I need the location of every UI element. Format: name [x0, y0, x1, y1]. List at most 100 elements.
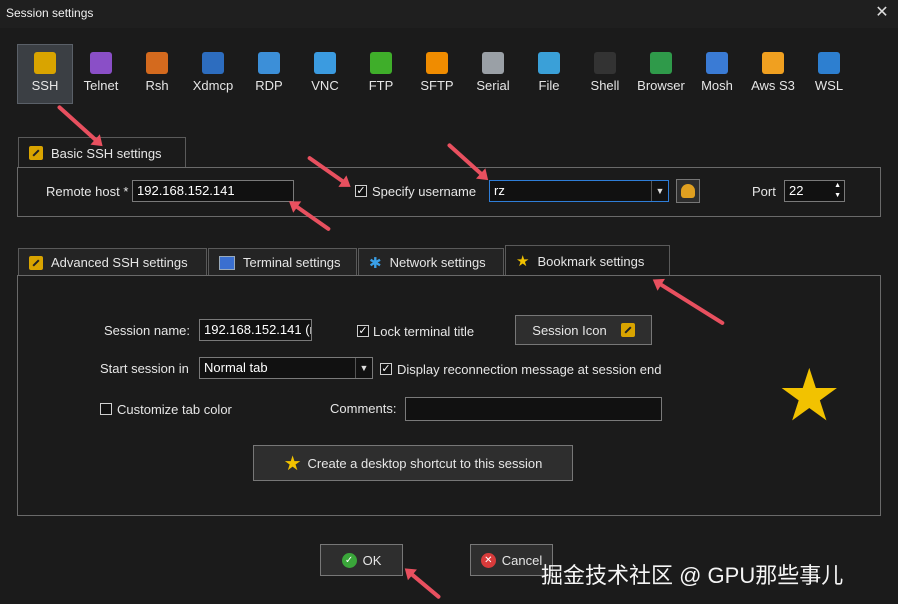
ftp-icon	[370, 52, 392, 74]
shell-icon	[594, 52, 616, 74]
protocol-label: WSL	[814, 78, 844, 93]
protocol-browser-button[interactable]: Browser	[633, 44, 689, 104]
specify-username-label: Specify username	[372, 184, 477, 199]
protocol-label: SFTP	[420, 78, 454, 93]
comments-label: Comments:	[330, 401, 397, 416]
tab-terminal-settings[interactable]: Terminal settings	[208, 248, 357, 276]
title-bar	[0, 0, 898, 28]
comments-input[interactable]	[405, 397, 662, 421]
tab-advanced-ssh-settings[interactable]: Advanced SSH settings	[18, 248, 207, 276]
protocol-file-button[interactable]: File	[521, 44, 577, 104]
window-title: Session settings	[6, 6, 94, 20]
username-select[interactable]: rz ▼	[489, 180, 669, 202]
tab-label: Basic SSH settings	[51, 145, 162, 161]
ok-label: OK	[362, 552, 382, 568]
username-value: rz	[494, 183, 505, 198]
protocol-label: VNC	[311, 78, 339, 93]
protocol-label: RDP	[255, 78, 283, 93]
session-icon-button-label: Session Icon	[532, 322, 607, 338]
reconnection-message-checkbox[interactable]: ✓	[380, 363, 392, 375]
protocol-ssh-button[interactable]: SSH	[17, 44, 73, 104]
rdp-icon	[258, 52, 280, 74]
protocol-label: Shell	[590, 78, 620, 93]
protocol-xdmcp-button[interactable]: Xdmcp	[185, 44, 241, 104]
port-spinner[interactable]: 22 ▲ ▼	[784, 180, 845, 202]
bookmark-star-icon: ★	[777, 356, 842, 436]
protocol-vnc-button[interactable]: VNC	[297, 44, 353, 104]
protocol-aws-s3-button[interactable]: Aws S3	[745, 44, 801, 104]
protocol-label: Browser	[637, 78, 685, 93]
protocol-label: Serial	[476, 78, 510, 93]
create-desktop-shortcut-label: Create a desktop shortcut to this sessio…	[307, 455, 543, 471]
file-icon	[538, 52, 560, 74]
chevron-down-icon: ▼	[355, 358, 372, 378]
tab-label: Advanced SSH settings	[51, 255, 188, 270]
protocol-label: File	[538, 78, 560, 93]
cancel-label: Cancel	[501, 552, 543, 568]
user-icon	[681, 184, 695, 198]
tab-network-settings[interactable]: ✱ Network settings	[358, 248, 504, 276]
start-session-value: Normal tab	[204, 360, 268, 375]
protocol-label: SSH	[31, 78, 59, 93]
protocol-label: Mosh	[701, 78, 733, 93]
user-manager-button[interactable]	[676, 179, 700, 203]
session-name-input[interactable]: 192.168.152.141 (r	[199, 319, 312, 341]
specify-username-checkbox[interactable]: ✓	[355, 185, 367, 197]
terminal-icon	[219, 255, 235, 270]
session-icon-button[interactable]: Session Icon	[515, 315, 652, 345]
protocol-wsl-button[interactable]: WSL	[801, 44, 857, 104]
protocol-label: FTP	[368, 78, 394, 93]
wrench-icon	[620, 323, 635, 337]
protocol-ftp-button[interactable]: FTP	[353, 44, 409, 104]
lock-terminal-title-label: Lock terminal title	[373, 324, 475, 339]
tab-label: Bookmark settings	[537, 253, 645, 269]
tab-label: Network settings	[389, 255, 486, 270]
remote-host-label: Remote host *	[46, 184, 129, 199]
protocol-label: Aws S3	[751, 78, 795, 93]
port-label: Port	[752, 184, 776, 199]
protocol-label: Xdmcp	[192, 78, 234, 93]
session-name-label: Session name:	[104, 323, 190, 338]
port-value: 22	[789, 183, 804, 198]
protocol-label: Rsh	[145, 78, 169, 93]
customize-tab-color-label: Customize tab color	[117, 402, 232, 417]
customize-tab-color-checkbox[interactable]	[100, 403, 112, 415]
watermark: 掘金技术社区 @ GPU那些事儿	[541, 563, 844, 588]
spinner-arrows-icon[interactable]: ▲ ▼	[834, 181, 841, 201]
star-icon: ★	[516, 253, 530, 270]
vnc-icon	[314, 52, 336, 74]
mosh-icon	[706, 52, 728, 74]
create-desktop-shortcut-button[interactable]: ★ Create a desktop shortcut to this sess…	[253, 445, 573, 481]
start-session-select[interactable]: Normal tab ▼	[199, 357, 373, 379]
protocol-serial-button[interactable]: Serial	[465, 44, 521, 104]
star-icon: ★	[283, 452, 302, 475]
wrench-icon	[29, 146, 43, 160]
protocol-shell-button[interactable]: Shell	[577, 44, 633, 104]
chevron-down-icon: ▼	[651, 181, 668, 201]
ok-button[interactable]: ✓ OK	[320, 544, 403, 576]
ssh-icon	[34, 52, 56, 74]
protocol-rsh-button[interactable]: Rsh	[129, 44, 185, 104]
browser-icon	[650, 52, 672, 74]
start-session-label: Start session in	[100, 361, 189, 376]
rsh-icon	[146, 52, 168, 74]
remote-host-input[interactable]: 192.168.152.141	[132, 180, 294, 202]
protocol-mosh-button[interactable]: Mosh	[689, 44, 745, 104]
tab-label: Terminal settings	[243, 255, 341, 270]
protocol-rdp-button[interactable]: RDP	[241, 44, 297, 104]
wrench-icon	[29, 255, 43, 270]
network-icon: ✱	[369, 254, 382, 272]
reconnection-message-label: Display reconnection message at session …	[397, 362, 662, 377]
xdmcp-icon	[202, 52, 224, 74]
serial-icon	[482, 52, 504, 74]
annotation-arrow	[406, 569, 442, 600]
protocol-telnet-button[interactable]: Telnet	[73, 44, 129, 104]
check-circle-icon: ✓	[341, 552, 357, 568]
cancel-circle-icon: ✕	[480, 552, 496, 568]
lock-terminal-title-checkbox[interactable]: ✓	[357, 325, 369, 337]
close-icon[interactable]: ✕	[872, 3, 892, 23]
protocol-sftp-button[interactable]: SFTP	[409, 44, 465, 104]
tab-bookmark-settings[interactable]: ★ Bookmark settings	[505, 245, 670, 276]
telnet-icon	[90, 52, 112, 74]
sftp-icon	[426, 52, 448, 74]
